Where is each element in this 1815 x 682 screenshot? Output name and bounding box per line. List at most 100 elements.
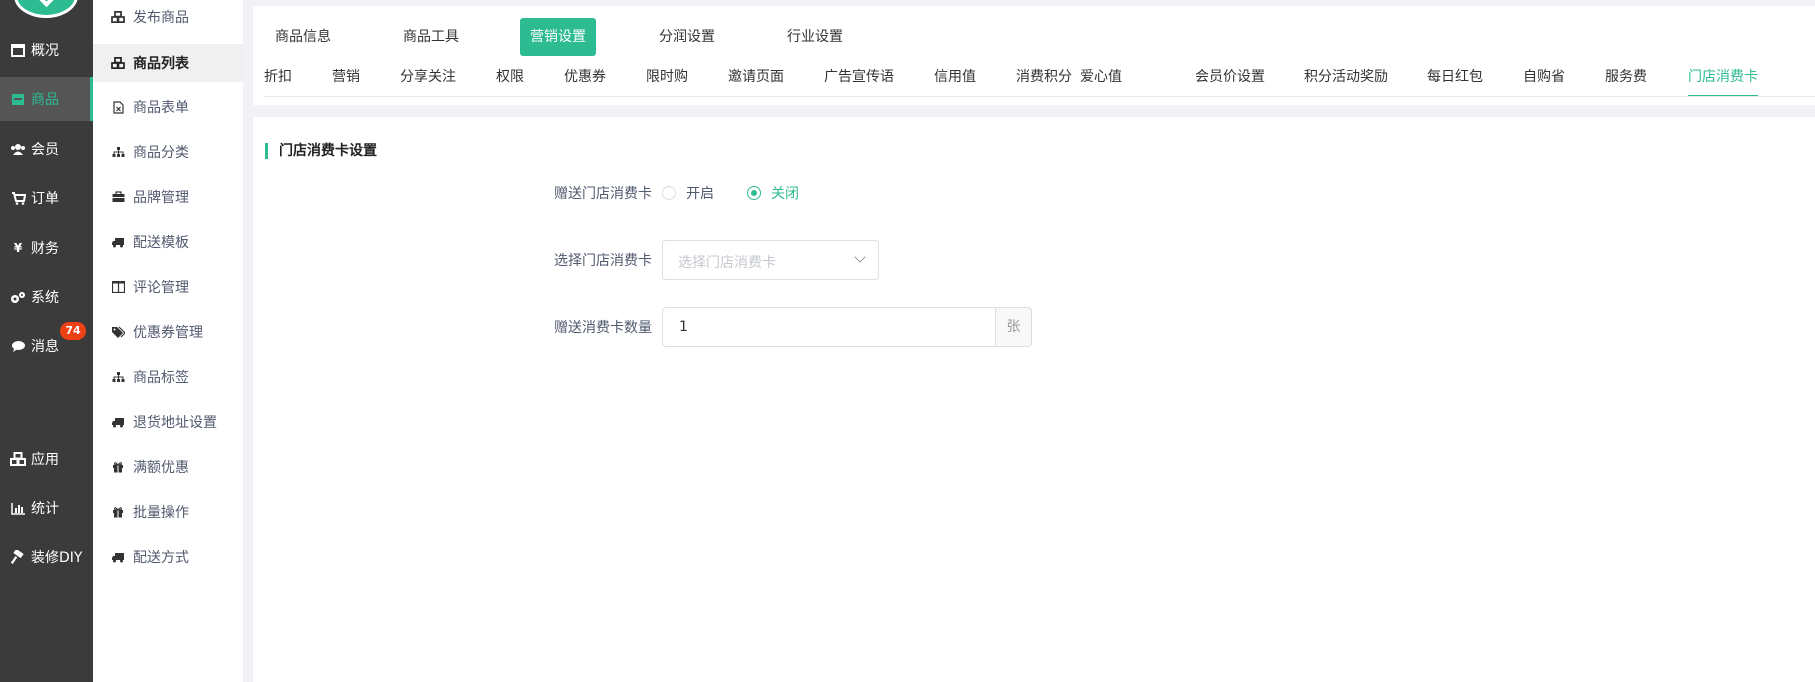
tab-industry-settings[interactable]: 行业设置: [777, 18, 853, 56]
submenu-publish-goods[interactable]: 发布商品: [93, 0, 243, 36]
tab-goods-tools[interactable]: 商品工具: [393, 18, 469, 56]
submenu-comments[interactable]: 评论管理: [93, 268, 243, 306]
main-nav-rail: 概况 商品 会员 订单 ¥ 财务 系统 消息 74 应用 统计 装修DIY: [0, 0, 93, 682]
tags-icon: [111, 325, 125, 339]
subtab-store-card[interactable]: 门店消费卡: [1688, 66, 1758, 97]
sitemap-icon: [111, 370, 125, 384]
briefcase-icon: [111, 190, 125, 204]
submenu-return-address[interactable]: 退货地址设置: [93, 403, 243, 441]
subtab-points[interactable]: 消费积分: [1016, 66, 1072, 96]
gift-icon: [111, 505, 125, 519]
select-card-label: 选择门店消费卡: [554, 253, 652, 269]
subtab-share-follow[interactable]: 分享关注: [400, 66, 456, 96]
submenu-batch-ops[interactable]: 批量操作: [93, 493, 243, 531]
submenu-shipping-template[interactable]: 配送模板: [93, 223, 243, 261]
subtab-marketing[interactable]: 营销: [332, 66, 360, 96]
columns-icon: [111, 280, 125, 294]
radio-enable[interactable]: 开启: [662, 183, 714, 203]
subtab-flash-sale[interactable]: 限时购: [646, 66, 688, 96]
cart-icon: [10, 190, 26, 206]
tab-goods-info[interactable]: 商品信息: [265, 18, 341, 56]
submenu-goods-category[interactable]: 商品分类: [93, 133, 243, 171]
tab-divider: [263, 96, 1815, 97]
store-card-select[interactable]: 选择门店消费卡: [662, 240, 879, 280]
nav-diy-label: 装修DIY: [31, 550, 83, 566]
goods-submenu: 发布商品 商品列表 商品表单 商品分类 品牌管理 配送模板 评论管理 优惠券管理…: [93, 0, 243, 682]
nav-orders[interactable]: 订单: [0, 176, 93, 220]
dashboard-icon: [10, 42, 26, 58]
file-excel-icon: [111, 100, 125, 114]
nav-stats-label: 统计: [31, 501, 59, 517]
subtab-love-value[interactable]: 爱心值: [1080, 66, 1122, 96]
nav-apps[interactable]: 应用: [0, 437, 93, 481]
truck-icon: [111, 415, 125, 429]
quantity-unit: 张: [996, 307, 1032, 347]
gears-icon: [10, 289, 26, 305]
gift-icon: [111, 460, 125, 474]
submenu-full-discount[interactable]: 满额优惠: [93, 448, 243, 486]
nav-finance[interactable]: ¥ 财务: [0, 226, 93, 270]
radio-enable-label: 开启: [686, 186, 714, 202]
nav-system[interactable]: 系统: [0, 275, 93, 319]
nav-members[interactable]: 会员: [0, 127, 93, 171]
submenu-coupons[interactable]: 优惠券管理: [93, 313, 243, 351]
nav-system-label: 系统: [31, 290, 59, 306]
radio-circle: [747, 186, 761, 200]
logo-icon: [14, 0, 78, 18]
nav-messages-label: 消息: [31, 339, 59, 355]
submenu-delivery-method[interactable]: 配送方式: [93, 538, 243, 576]
store-card-settings-panel: 门店消费卡设置 赠送门店消费卡 开启 关闭 选择门店消费卡 选择门店消费卡 赠送…: [253, 117, 1815, 682]
subtab-points-reward[interactable]: 积分活动奖励: [1304, 66, 1388, 96]
nav-stats[interactable]: 统计: [0, 486, 93, 530]
settings-tabs-card: 商品信息 商品工具 营销设置 分润设置 行业设置 折扣 营销 分享关注 权限 优…: [253, 6, 1815, 105]
sitemap-icon: [111, 145, 125, 159]
subtab-ad-slogan[interactable]: 广告宣传语: [824, 66, 894, 96]
tab-profit-sharing[interactable]: 分润设置: [649, 18, 725, 56]
submenu-label: 发布商品: [133, 10, 189, 26]
gift-card-label: 赠送门店消费卡: [554, 186, 652, 202]
submenu-goods-list[interactable]: 商品列表: [93, 44, 243, 82]
goods-icon: [10, 91, 26, 107]
cubes-icon: [10, 451, 26, 467]
subtab-service-fee[interactable]: 服务费: [1605, 66, 1647, 96]
subtab-invite-page[interactable]: 邀请页面: [728, 66, 784, 96]
submenu-label: 品牌管理: [133, 190, 189, 206]
nav-finance-label: 财务: [31, 241, 59, 257]
nav-goods-label: 商品: [31, 92, 59, 108]
nav-orders-label: 订单: [31, 191, 59, 207]
nav-goods[interactable]: 商品: [0, 77, 93, 121]
subtab-self-save[interactable]: 自购省: [1523, 66, 1565, 96]
radio-circle: [662, 186, 676, 200]
hammer-icon: [10, 549, 26, 565]
subtab-coupon[interactable]: 优惠券: [564, 66, 606, 96]
chat-icon: [10, 338, 26, 354]
quantity-input[interactable]: [662, 307, 996, 347]
submenu-goods-tags[interactable]: 商品标签: [93, 358, 243, 396]
subtab-credit[interactable]: 信用值: [934, 66, 976, 96]
radio-disable[interactable]: 关闭: [747, 183, 799, 203]
quantity-label: 赠送消费卡数量: [554, 320, 652, 336]
nav-overview[interactable]: 概况: [0, 28, 93, 72]
section-title: 门店消费卡设置: [265, 143, 377, 159]
submenu-goods-form[interactable]: 商品表单: [93, 88, 243, 126]
users-icon: [10, 141, 26, 157]
submenu-label: 配送方式: [133, 550, 189, 566]
cubes-icon: [111, 10, 125, 24]
submenu-label: 商品分类: [133, 145, 189, 161]
submenu-label: 商品表单: [133, 100, 189, 116]
nav-members-label: 会员: [31, 142, 59, 158]
subtab-discount[interactable]: 折扣: [264, 66, 292, 96]
chevron-down-icon: [854, 251, 866, 263]
nav-apps-label: 应用: [31, 452, 59, 468]
subtab-daily-redpacket[interactable]: 每日红包: [1427, 66, 1483, 96]
truck-icon: [111, 235, 125, 249]
submenu-brand[interactable]: 品牌管理: [93, 178, 243, 216]
bar-chart-icon: [10, 500, 26, 516]
submenu-label: 商品列表: [133, 56, 189, 72]
subtab-permissions[interactable]: 权限: [496, 66, 524, 96]
subtab-member-price[interactable]: 会员价设置: [1195, 66, 1265, 96]
tab-marketing-settings[interactable]: 营销设置: [520, 18, 596, 56]
nav-overview-label: 概况: [31, 43, 59, 59]
nav-diy[interactable]: 装修DIY: [0, 535, 93, 579]
submenu-label: 优惠券管理: [133, 325, 203, 341]
